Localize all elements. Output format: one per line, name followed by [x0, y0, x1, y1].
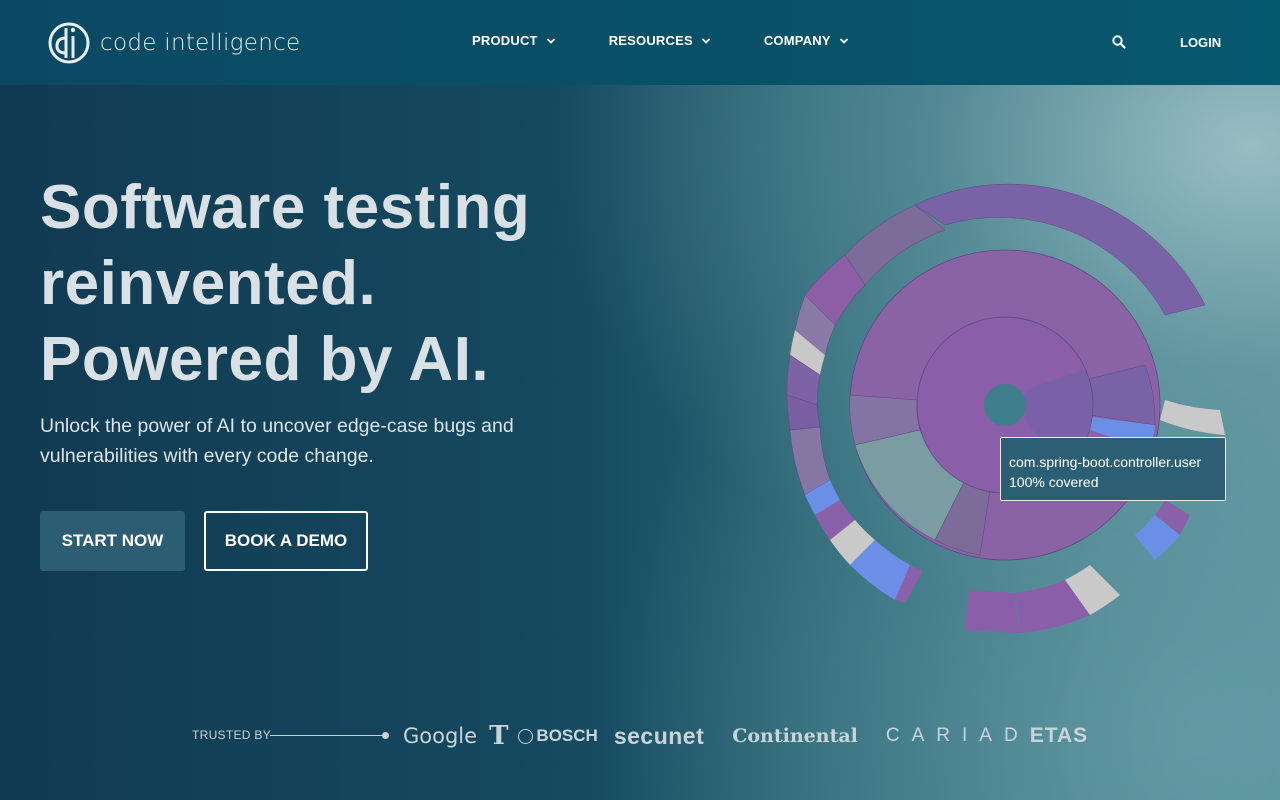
nav-label: RESOURCES: [608, 33, 693, 48]
chevron-down-icon: [701, 37, 710, 44]
logo-text: code intelligence: [100, 30, 301, 56]
sunburst-center-hole: [984, 384, 1026, 426]
headline-line-1: Software testing: [40, 173, 531, 242]
hero-subtitle: Unlock the power of AI to uncover edge-c…: [40, 415, 514, 467]
coverage-sunburst-chart[interactable]: [760, 155, 1250, 645]
sunburst-group: [786, 183, 1225, 633]
tooltip-coverage: 100% covered: [1009, 474, 1099, 490]
continental-logo: Continental: [732, 725, 858, 747]
main-nav: PRODUCT RESOURCES COMPANY: [472, 33, 902, 48]
chevron-down-icon: [839, 37, 848, 44]
hero-section: Software testing reinvented. Powered by …: [0, 85, 1280, 800]
login-link[interactable]: LOGIN: [1180, 35, 1221, 50]
telekom-logo: T: [489, 721, 509, 751]
logo[interactable]: code intelligence: [48, 22, 301, 64]
secunet-logo: secunet: [613, 722, 705, 749]
bosch-logo: BOSCH: [518, 726, 598, 746]
google-logo: Google: [403, 724, 478, 748]
nav-item-product[interactable]: PRODUCT: [472, 33, 556, 48]
trusted-by-label: TRUSTED BY: [192, 728, 272, 742]
trusted-divider-dot: [382, 732, 389, 739]
cariad-logo: CARIAD: [885, 725, 1030, 746]
search-icon[interactable]: [1112, 35, 1126, 49]
etas-logo: ETAS: [1029, 724, 1089, 747]
nav-item-company[interactable]: COMPANY: [764, 33, 849, 48]
bosch-logo-text: BOSCH: [536, 726, 598, 745]
hero-headline: Software testing reinvented. Powered by …: [40, 170, 530, 398]
start-now-button[interactable]: START NOW: [40, 511, 185, 571]
tooltip-package: com.spring-boot.controller.user: [1009, 454, 1202, 470]
headline-line-2: reinvented.: [40, 249, 377, 318]
nav-label: PRODUCT: [472, 33, 538, 48]
code-intelligence-logo-icon: [48, 22, 90, 64]
trusted-divider: [270, 735, 386, 736]
coverage-tooltip: com.spring-boot.controller.user 100% cov…: [1000, 437, 1226, 501]
headline-line-3: Powered by AI.: [40, 325, 490, 394]
book-demo-button[interactable]: BOOK A DEMO: [204, 511, 368, 571]
nav-label: COMPANY: [763, 33, 831, 48]
chevron-down-icon: [546, 37, 555, 44]
nav-item-resources[interactable]: RESOURCES: [609, 33, 711, 48]
site-header: code intelligence PRODUCT RESOURCES COMP…: [0, 0, 1280, 85]
sunburst-segment[interactable]: [965, 590, 1020, 633]
sunburst-segment[interactable]: [1160, 400, 1225, 435]
customer-logos: Google T BOSCH secunet Continental CARIA…: [403, 721, 1088, 751]
bosch-armature-icon: [518, 728, 534, 744]
